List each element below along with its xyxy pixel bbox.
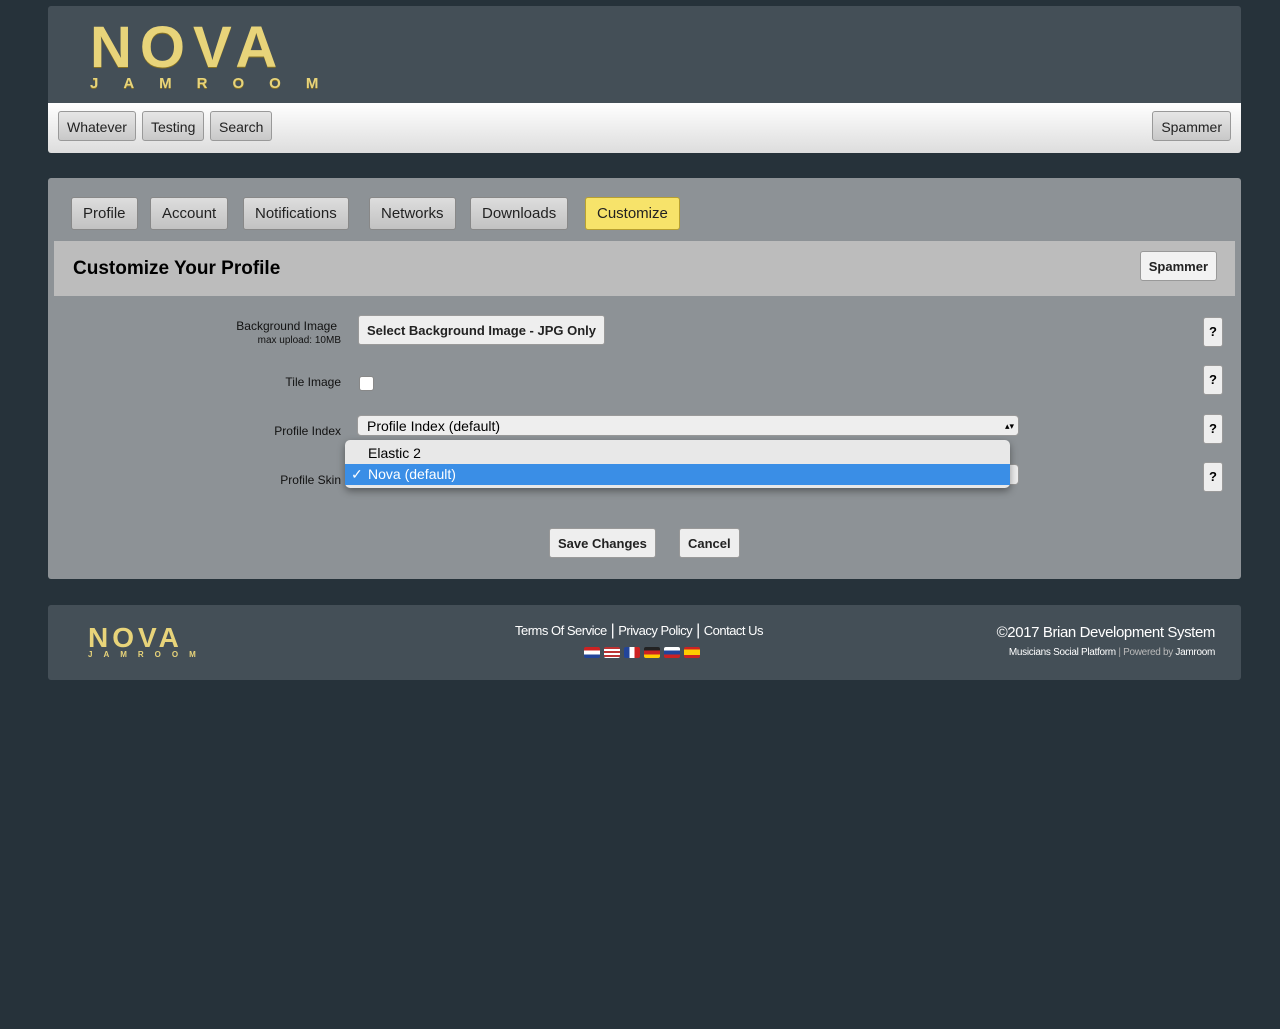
privacy-link[interactable]: Privacy Policy [618, 623, 692, 638]
tile-image-label: Tile Image [285, 375, 341, 389]
tab-account[interactable]: Account [150, 197, 229, 230]
logo[interactable]: NOVA JAMROOM [90, 19, 343, 92]
jamroom-link[interactable]: Jamroom [1175, 647, 1215, 658]
nav-testing[interactable]: Testing [142, 111, 205, 141]
flag-de-icon[interactable] [644, 647, 660, 658]
footer-logo[interactable]: NOVA JAMROOM [88, 624, 207, 659]
tile-image-checkbox[interactable] [359, 376, 374, 391]
page-title: Customize Your Profile [73, 258, 281, 279]
help-button[interactable]: ? [1203, 365, 1223, 395]
flag-us-icon[interactable] [604, 647, 620, 658]
nav-search[interactable]: Search [210, 111, 273, 141]
help-button[interactable]: ? [1203, 462, 1223, 492]
flag-fr-icon[interactable] [624, 647, 640, 658]
footer: NOVA JAMROOM Terms Of Service | Privacy P… [48, 605, 1241, 680]
tab-customize[interactable]: Customize [585, 197, 680, 230]
contact-link[interactable]: Contact Us [704, 623, 764, 638]
help-button[interactable]: ? [1203, 317, 1223, 347]
profile-index-label: Profile Index [274, 424, 341, 438]
top-nav: Whatever Testing Search Spammer [48, 103, 1241, 153]
profile-index-select[interactable]: Profile Index (default) ▴▾ [357, 415, 1019, 436]
copyright: ©2017 Brian Development System [996, 624, 1216, 641]
select-bg-image-button[interactable]: Select Background Image - JPG Only [358, 315, 606, 345]
help-button[interactable]: ? [1203, 414, 1223, 444]
main-panel: Profile Account Notifications Networks D… [48, 178, 1241, 579]
profile-user-button[interactable]: Spammer [1139, 251, 1217, 281]
terms-link[interactable]: Terms Of Service [515, 623, 607, 638]
flag-es-icon[interactable] [684, 647, 700, 658]
flag-nl-icon[interactable] [584, 647, 600, 658]
profile-skin-label: Profile Skin [280, 473, 341, 487]
save-changes-button[interactable]: Save Changes [549, 528, 656, 558]
cancel-button[interactable]: Cancel [679, 528, 740, 558]
skin-option-nova[interactable]: ✓ Nova (default) [345, 464, 1010, 485]
tagline: Musicians Social Platform [1008, 647, 1116, 658]
section-header: Customize Your Profile Spammer [54, 241, 1235, 296]
bg-image-label: Background Image [236, 319, 337, 333]
tab-profile[interactable]: Profile [71, 197, 138, 230]
tab-downloads[interactable]: Downloads [470, 197, 569, 230]
skin-option-elastic[interactable]: Elastic 2 [345, 443, 1010, 464]
tab-notifications[interactable]: Notifications [243, 197, 349, 230]
nav-whatever[interactable]: Whatever [58, 111, 136, 141]
profile-skin-dropdown: Elastic 2 ✓ Nova (default) [345, 440, 1010, 488]
tab-networks[interactable]: Networks [369, 197, 456, 230]
language-flags [582, 645, 702, 663]
select-arrows-icon: ▴▾ [1004, 421, 1014, 431]
user-menu-button[interactable]: Spammer [1152, 111, 1231, 141]
flag-si-icon[interactable] [664, 647, 680, 658]
bg-image-sublabel: max upload: 10MB [257, 335, 341, 346]
checkmark-icon: ✓ [351, 466, 363, 482]
